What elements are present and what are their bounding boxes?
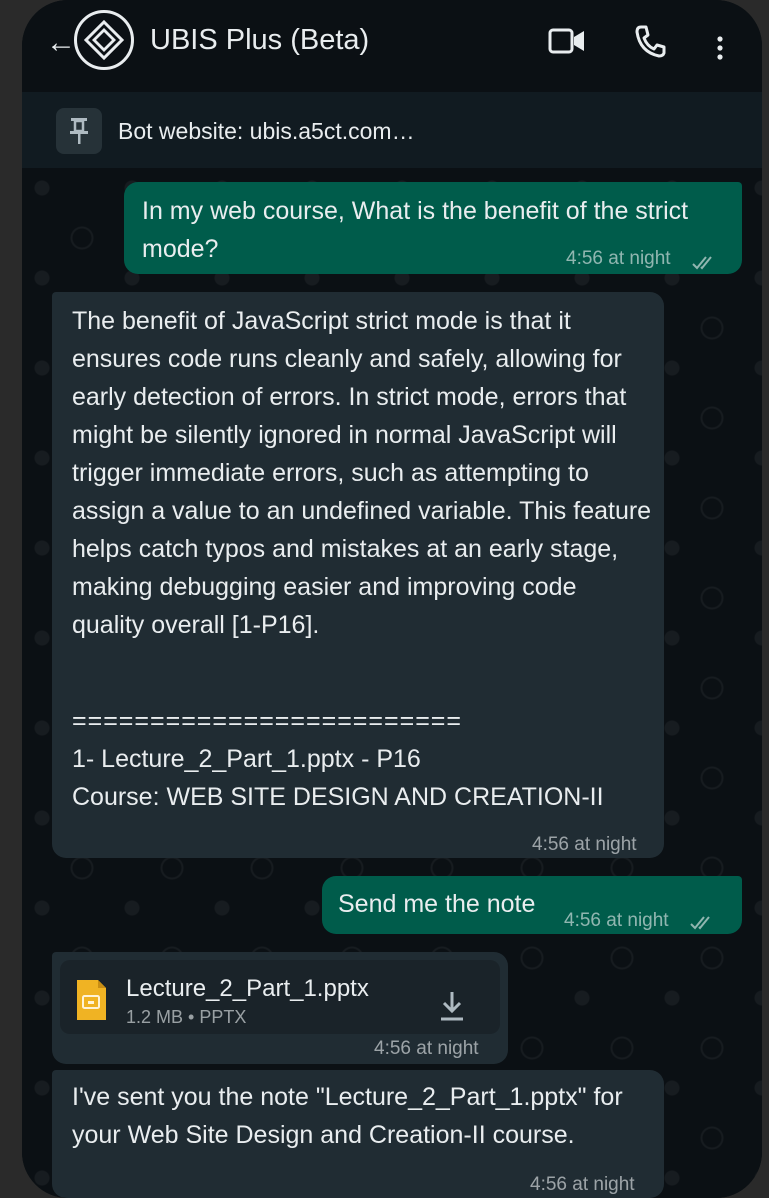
chat-header: ← UBIS Plus (Beta) bbox=[22, 0, 762, 90]
phone-screen: ← UBIS Plus (Beta) Bot website: ubis.a5c… bbox=[22, 0, 762, 1198]
more-options-icon[interactable] bbox=[716, 36, 724, 65]
message-separator: ========================= bbox=[72, 707, 462, 735]
file-meta: 1.2 MB • PPTX bbox=[126, 1007, 247, 1027]
message-time: 4:56 at night bbox=[564, 910, 669, 931]
outgoing-message[interactable]: Send me the note 4:56 at night bbox=[322, 876, 742, 934]
incoming-message[interactable]: The benefit of JavaScript strict mode is… bbox=[52, 292, 664, 858]
message-reference: 1- Lecture_2_Part_1.pptx - P16 bbox=[72, 745, 421, 773]
voice-call-icon[interactable] bbox=[634, 24, 666, 63]
file-name: Lecture_2_Part_1.pptx bbox=[126, 975, 369, 1002]
chat-title[interactable]: UBIS Plus (Beta) bbox=[150, 24, 369, 57]
message-time: 4:56 at night bbox=[530, 1174, 635, 1195]
message-time: 4:56 at night bbox=[532, 834, 637, 855]
incoming-file-message[interactable]: Lecture_2_Part_1.pptx 1.2 MB • PPTX 4:56… bbox=[52, 952, 508, 1064]
pptx-file-icon bbox=[74, 978, 108, 1033]
read-receipt-icon bbox=[690, 904, 716, 942]
message-text: The benefit of JavaScript strict mode is… bbox=[72, 307, 659, 639]
pinned-message-bar[interactable]: Bot website: ubis.a5ct.com… bbox=[22, 92, 762, 169]
message-course: Course: WEB SITE DESIGN AND CREATION-II bbox=[72, 783, 604, 811]
ubis-logo-icon bbox=[84, 20, 124, 60]
message-text: I've sent you the note "Lecture_2_Part_1… bbox=[72, 1083, 630, 1149]
pin-icon bbox=[56, 108, 102, 154]
avatar[interactable] bbox=[74, 10, 134, 70]
download-icon[interactable] bbox=[438, 990, 466, 1033]
outgoing-message[interactable]: In my web course, What is the benefit of… bbox=[124, 182, 742, 274]
message-time: 4:56 at night bbox=[374, 1038, 479, 1059]
message-text: Send me the note bbox=[338, 890, 536, 918]
back-button[interactable]: ← bbox=[46, 28, 76, 58]
incoming-message[interactable]: I've sent you the note "Lecture_2_Part_1… bbox=[52, 1070, 664, 1198]
pinned-message-text: Bot website: ubis.a5ct.com… bbox=[118, 118, 415, 144]
video-call-icon[interactable] bbox=[548, 26, 586, 61]
message-time: 4:56 at night bbox=[566, 248, 671, 269]
read-receipt-icon bbox=[692, 244, 718, 282]
